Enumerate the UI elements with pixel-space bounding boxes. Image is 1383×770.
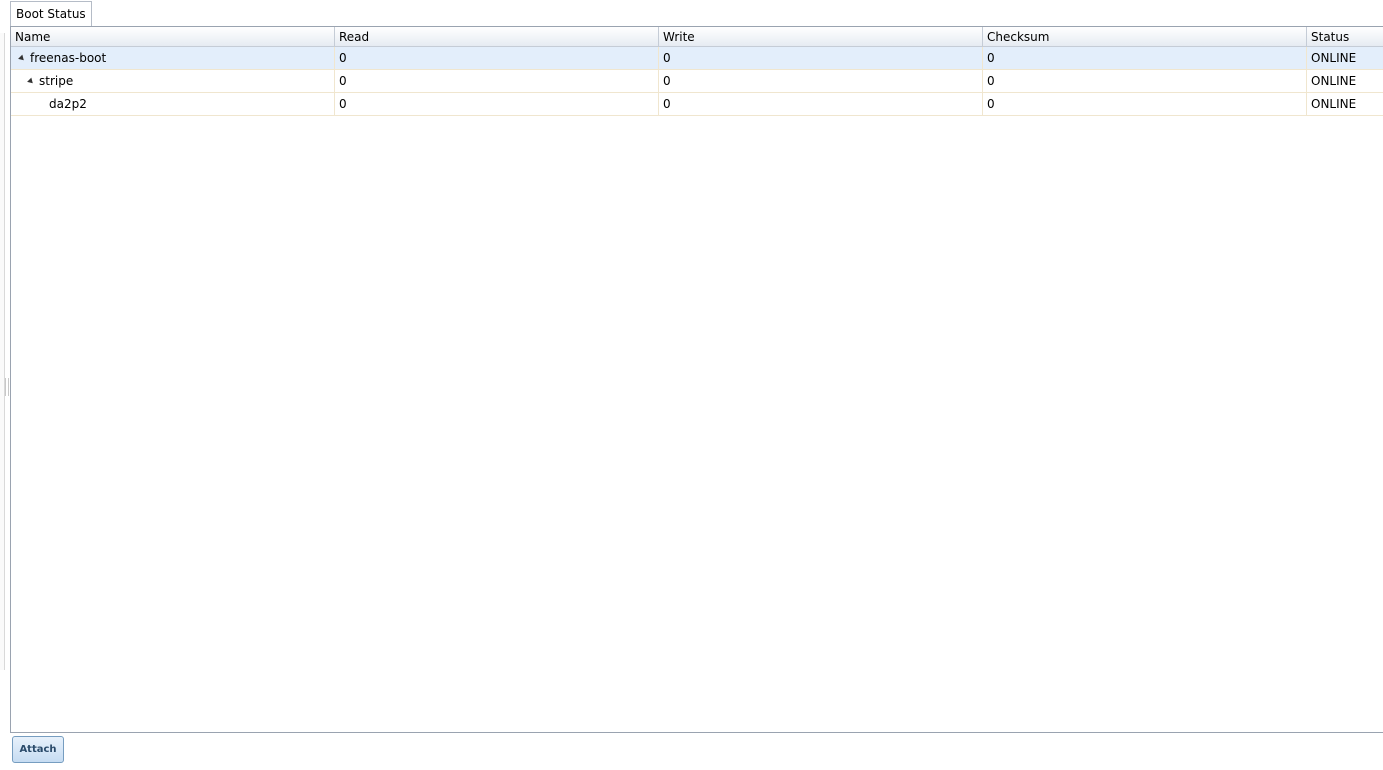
- tab-bar: Boot Status: [10, 0, 1383, 27]
- row-name: stripe: [39, 74, 74, 88]
- checksum-cell: 0: [983, 70, 1307, 92]
- expanded-triangle-icon[interactable]: [18, 54, 26, 63]
- boot-status-grid: Name Read Write Checksum Status freenas-…: [10, 26, 1383, 733]
- button-bar: Attach: [10, 733, 1383, 770]
- table-row[interactable]: da2p2 0 0 0 ONLINE: [11, 93, 1383, 116]
- status-cell: ONLINE: [1311, 74, 1357, 88]
- checksum-cell: 0: [983, 93, 1307, 115]
- splitter-handle[interactable]: [5, 378, 9, 396]
- write-cell: 0: [659, 47, 983, 69]
- read-cell: 0: [335, 47, 659, 69]
- attach-button[interactable]: Attach: [12, 736, 64, 763]
- read-cell: 0: [335, 70, 659, 92]
- checksum-cell: 0: [983, 47, 1307, 69]
- write-cell: 0: [659, 70, 983, 92]
- read-cell: 0: [335, 93, 659, 115]
- table-row[interactable]: freenas-boot 0 0 0 ONLINE: [11, 47, 1383, 70]
- column-header-status[interactable]: Status: [1307, 27, 1383, 46]
- name-cell: da2p2: [11, 93, 335, 115]
- expanded-triangle-icon[interactable]: [27, 77, 35, 86]
- column-header-read[interactable]: Read: [335, 27, 659, 46]
- name-cell: stripe: [11, 70, 335, 92]
- left-panel-edge: [0, 33, 5, 670]
- column-header-write[interactable]: Write: [659, 27, 983, 46]
- boot-status-page: Boot Status Name Read Write Checksum Sta…: [0, 0, 1383, 770]
- status-cell: ONLINE: [1311, 51, 1357, 65]
- grid-header: Name Read Write Checksum Status: [11, 27, 1383, 47]
- status-cell: ONLINE: [1311, 97, 1357, 111]
- row-name: da2p2: [49, 97, 87, 111]
- tab-boot-status[interactable]: Boot Status: [10, 1, 92, 26]
- column-header-checksum[interactable]: Checksum: [983, 27, 1307, 46]
- write-cell: 0: [659, 93, 983, 115]
- name-cell: freenas-boot: [11, 47, 335, 69]
- column-header-name[interactable]: Name: [11, 27, 335, 46]
- table-row[interactable]: stripe 0 0 0 ONLINE: [11, 70, 1383, 93]
- row-name: freenas-boot: [30, 51, 107, 65]
